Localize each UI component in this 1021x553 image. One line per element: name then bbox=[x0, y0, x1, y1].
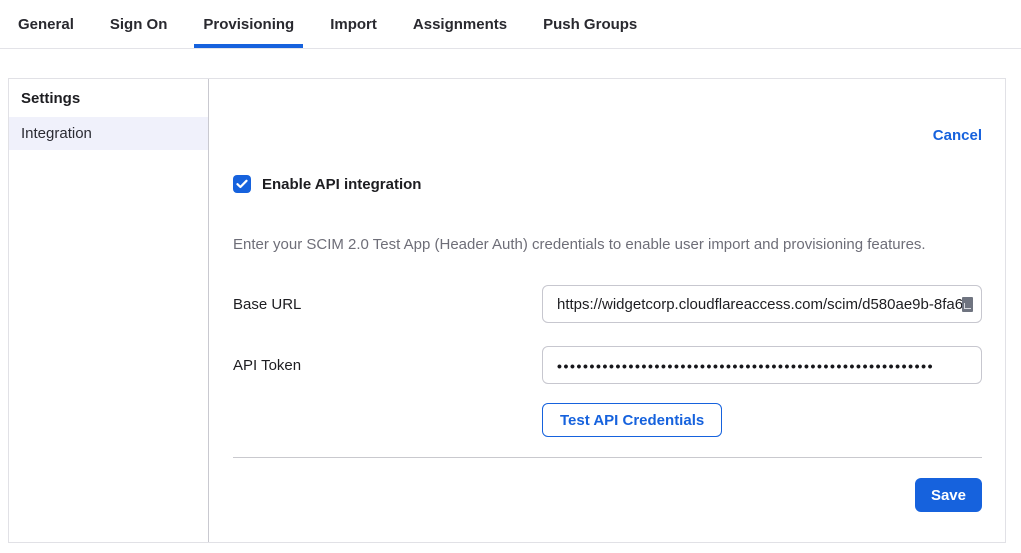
enable-api-integration-label: Enable API integration bbox=[262, 176, 421, 193]
api-token-label: API Token bbox=[233, 357, 542, 374]
settings-sidebar: Settings Integration bbox=[9, 79, 209, 542]
test-api-credentials-button[interactable]: Test API Credentials bbox=[542, 403, 722, 437]
app-tab-bar: General Sign On Provisioning Import Assi… bbox=[0, 0, 1021, 49]
check-icon bbox=[236, 179, 248, 189]
save-button[interactable]: Save bbox=[915, 478, 982, 512]
test-credentials-row: Test API Credentials bbox=[233, 403, 982, 437]
cancel-row: Cancel bbox=[233, 127, 982, 144]
credentials-description: Enter your SCIM 2.0 Test App (Header Aut… bbox=[233, 235, 982, 255]
tab-push-groups[interactable]: Push Groups bbox=[534, 0, 646, 48]
sidebar-header: Settings bbox=[9, 79, 208, 117]
enable-api-integration-row: Enable API integration bbox=[233, 175, 982, 193]
sidebar-item-integration[interactable]: Integration bbox=[9, 117, 208, 150]
base-url-label: Base URL bbox=[233, 296, 542, 313]
api-token-input[interactable]: ••••••••••••••••••••••••••••••••••••••••… bbox=[542, 346, 982, 384]
api-token-row: API Token ••••••••••••••••••••••••••••••… bbox=[233, 346, 982, 384]
api-token-masked-value: ••••••••••••••••••••••••••••••••••••••••… bbox=[557, 358, 934, 374]
integration-settings-form: Cancel Enable API integration Enter your… bbox=[209, 79, 1005, 542]
tab-import[interactable]: Import bbox=[321, 0, 386, 48]
base-url-row: Base URL https://widgetcorp.cloudflareac… bbox=[233, 285, 982, 323]
base-url-value: https://widgetcorp.cloudflareaccess.com/… bbox=[557, 296, 963, 313]
tab-general[interactable]: General bbox=[9, 0, 83, 48]
save-row: Save bbox=[233, 478, 982, 512]
tab-provisioning[interactable]: Provisioning bbox=[194, 0, 303, 48]
base-url-input[interactable]: https://widgetcorp.cloudflareaccess.com/… bbox=[542, 285, 982, 323]
form-divider bbox=[233, 457, 982, 458]
cancel-button[interactable]: Cancel bbox=[933, 127, 982, 144]
provisioning-content-panel: Settings Integration Cancel Enable API i… bbox=[8, 78, 1006, 543]
tab-assignments[interactable]: Assignments bbox=[404, 0, 516, 48]
text-selection-block bbox=[962, 297, 973, 312]
enable-api-integration-checkbox[interactable] bbox=[233, 175, 251, 193]
tab-sign-on[interactable]: Sign On bbox=[101, 0, 177, 48]
